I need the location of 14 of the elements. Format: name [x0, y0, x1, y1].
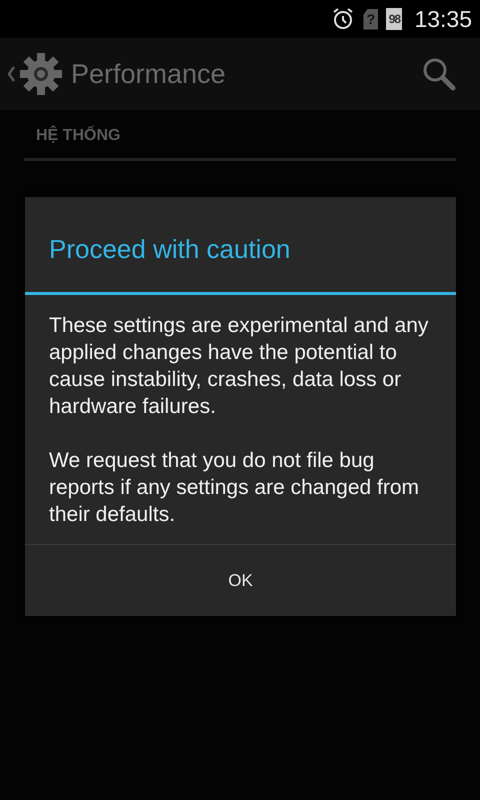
- dialog-message: We request that you do not file bug reports if any settings are changed from their defaults.: [49, 448, 420, 528]
- sim-icon: ?: [363, 8, 378, 30]
- dialog-title: Proceed with caution: [25, 197, 456, 295]
- back-caret-icon: [8, 66, 15, 82]
- clock: 13:35: [414, 4, 472, 34]
- gear-icon: [19, 52, 63, 96]
- ok-button[interactable]: OK: [25, 544, 456, 616]
- search-icon[interactable]: [422, 57, 456, 91]
- up-button[interactable]: [8, 52, 63, 96]
- battery-icon: 98: [386, 8, 402, 30]
- dialog-message: These settings are experimental and any applied changes have the potential to cause instability, crashes, data loss or hardware failures.: [49, 313, 430, 420]
- screen-title: Performance: [71, 58, 226, 91]
- section-header: HỆ THỐNG: [24, 124, 456, 161]
- alarm-icon: [331, 7, 356, 31]
